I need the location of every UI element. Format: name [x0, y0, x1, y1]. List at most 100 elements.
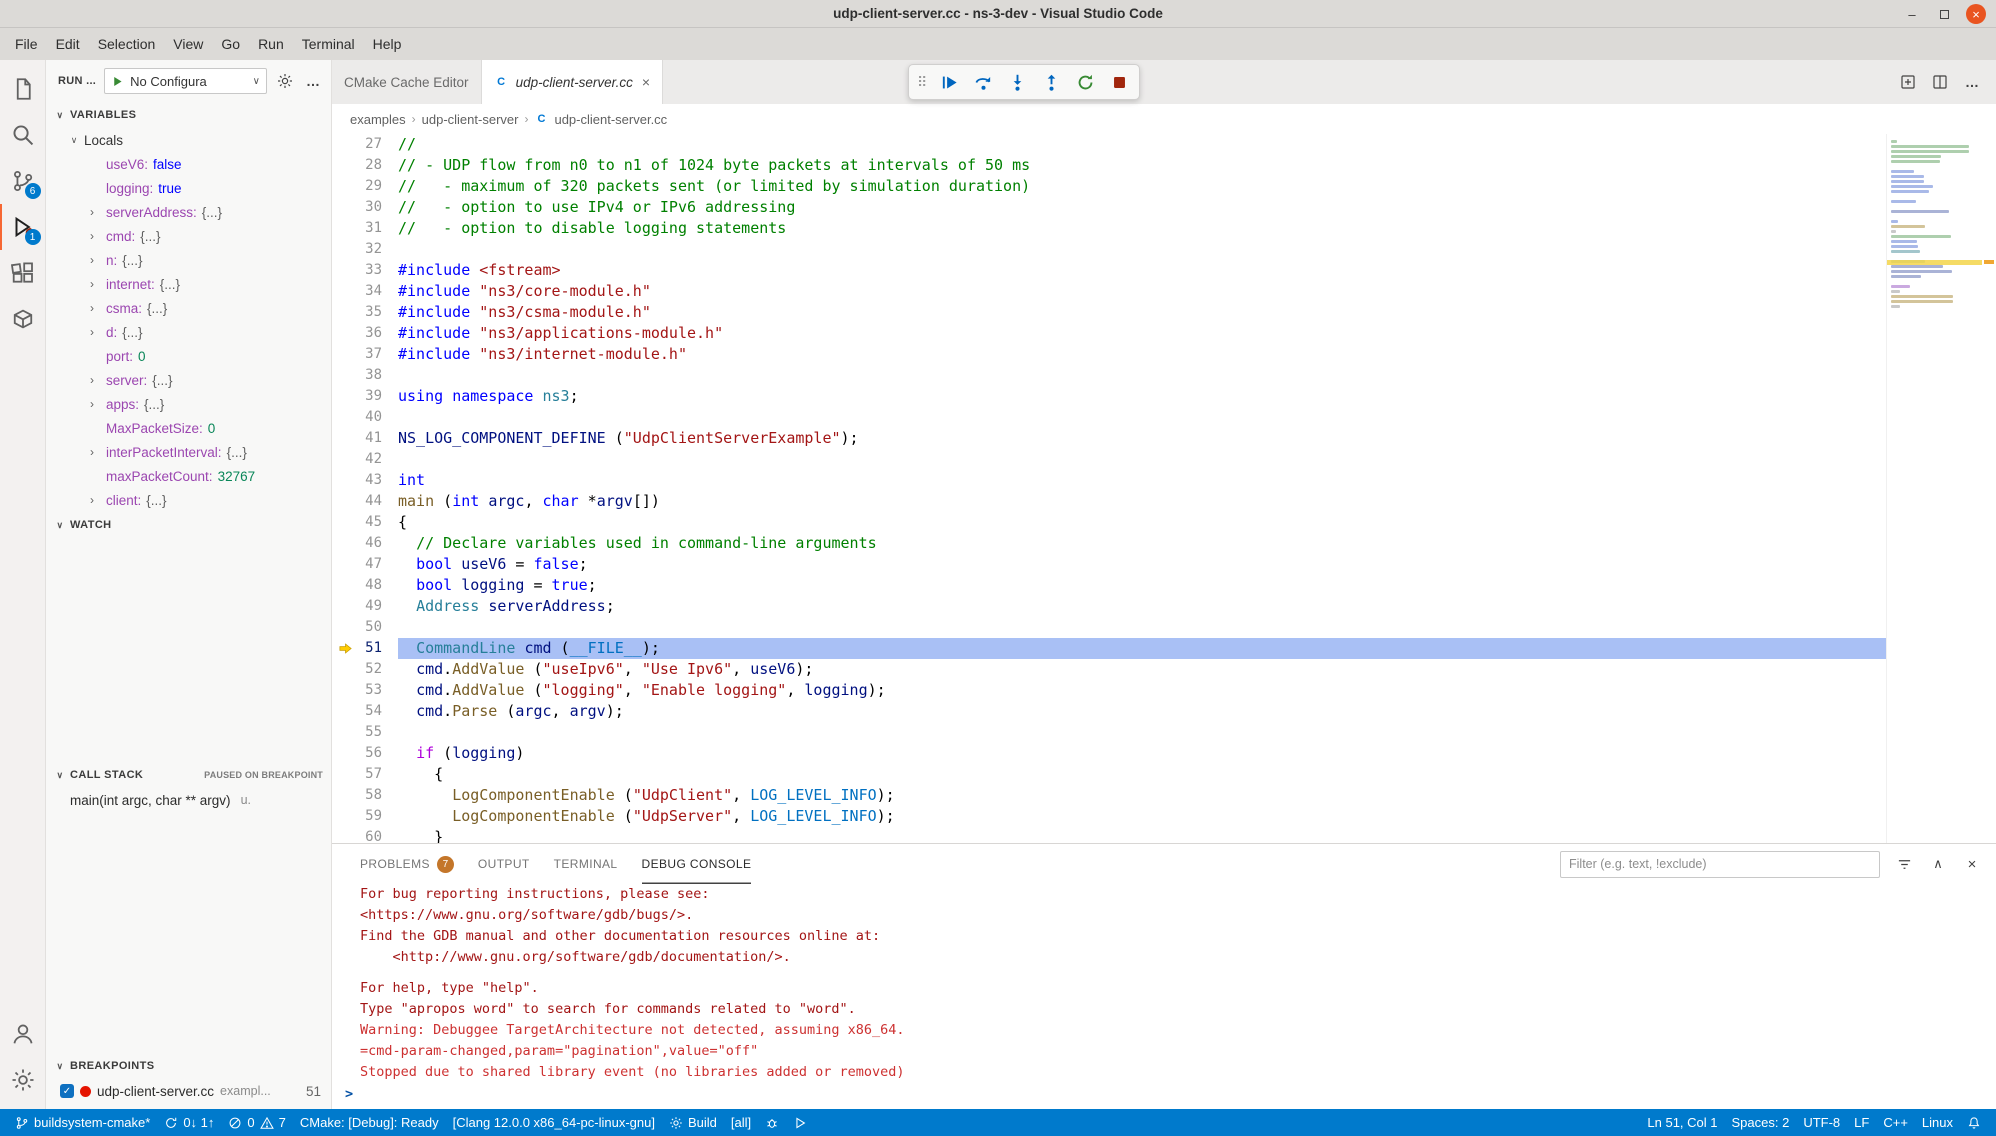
menu-selection[interactable]: Selection: [89, 32, 165, 56]
status-launch-target[interactable]: [786, 1109, 814, 1136]
line-number[interactable]: 46: [358, 533, 398, 554]
line-text[interactable]: // - UDP flow from n0 to n1 of 1024 byte…: [398, 155, 1996, 176]
activity-source-control[interactable]: 6: [0, 158, 46, 204]
code-line[interactable]: 31// - option to disable logging stateme…: [332, 218, 1996, 239]
line-number[interactable]: 32: [358, 239, 398, 260]
overview-ruler[interactable]: [1982, 134, 1996, 843]
line-number[interactable]: 48: [358, 575, 398, 596]
activity-settings[interactable]: [0, 1057, 46, 1103]
line-number[interactable]: 53: [358, 680, 398, 701]
line-text[interactable]: bool useV6 = false;: [398, 554, 1996, 575]
toolbar-grip-icon[interactable]: ⠿: [917, 74, 927, 91]
step-out-button[interactable]: [1039, 70, 1063, 94]
code-line[interactable]: 54 cmd.Parse (argc, argv);: [332, 701, 1996, 722]
gutter-glyph-margin[interactable]: [332, 533, 358, 554]
code-line[interactable]: 44main (int argc, char *argv[]): [332, 491, 1996, 512]
variables-section-header[interactable]: ∨ VARIABLES: [46, 102, 331, 128]
line-text[interactable]: #include "ns3/csma-module.h": [398, 302, 1996, 323]
gutter-glyph-margin[interactable]: [332, 155, 358, 176]
code-line[interactable]: 34#include "ns3/core-module.h": [332, 281, 1996, 302]
line-number[interactable]: 29: [358, 176, 398, 197]
gutter-glyph-margin[interactable]: [332, 386, 358, 407]
gutter-glyph-margin[interactable]: [332, 176, 358, 197]
line-number[interactable]: 47: [358, 554, 398, 575]
line-text[interactable]: [398, 407, 1996, 428]
minimize-button[interactable]: –: [1902, 4, 1922, 24]
status-notifications[interactable]: [1960, 1109, 1988, 1136]
line-text[interactable]: // - option to use IPv4 or IPv6 addressi…: [398, 197, 1996, 218]
code-line[interactable]: 52 cmd.AddValue ("useIpv6", "Use Ipv6", …: [332, 659, 1996, 680]
gutter-glyph-margin[interactable]: [332, 701, 358, 722]
line-number[interactable]: 52: [358, 659, 398, 680]
panel-tab-terminal[interactable]: TERMINAL: [554, 844, 618, 884]
code-line[interactable]: 43int: [332, 470, 1996, 491]
variable-row[interactable]: ›client:{...}: [46, 488, 331, 512]
line-number[interactable]: 35: [358, 302, 398, 323]
step-over-button[interactable]: [971, 70, 995, 94]
line-text[interactable]: #include "ns3/applications-module.h": [398, 323, 1996, 344]
code-line[interactable]: 28// - UDP flow from n0 to n1 of 1024 by…: [332, 155, 1996, 176]
more-actions-icon[interactable]: …: [303, 71, 323, 91]
gutter-glyph-margin[interactable]: [332, 680, 358, 701]
code-line[interactable]: 29// - maximum of 320 packets sent (or l…: [332, 176, 1996, 197]
variable-row[interactable]: ›interPacketInterval:{...}: [46, 440, 331, 464]
gutter-glyph-margin[interactable]: [332, 722, 358, 743]
gutter-glyph-margin[interactable]: [332, 428, 358, 449]
gutter-glyph-margin[interactable]: [332, 596, 358, 617]
gutter-glyph-margin[interactable]: [332, 575, 358, 596]
code-line[interactable]: 35#include "ns3/csma-module.h": [332, 302, 1996, 323]
line-text[interactable]: CommandLine cmd (__FILE__);: [398, 638, 1996, 659]
breakpoints-section-header[interactable]: ∨ BREAKPOINTS: [46, 1053, 331, 1079]
variable-row[interactable]: useV6:false: [46, 152, 331, 176]
line-text[interactable]: [398, 617, 1996, 638]
line-number[interactable]: 34: [358, 281, 398, 302]
restore-button[interactable]: [1934, 4, 1954, 24]
line-number[interactable]: 49: [358, 596, 398, 617]
status-git-sync[interactable]: 0↓ 1↑: [157, 1109, 221, 1136]
line-number[interactable]: 27: [358, 134, 398, 155]
line-number[interactable]: 54: [358, 701, 398, 722]
code-line[interactable]: 41NS_LOG_COMPONENT_DEFINE ("UdpClientSer…: [332, 428, 1996, 449]
gutter-glyph-margin[interactable]: [332, 218, 358, 239]
line-number[interactable]: 57: [358, 764, 398, 785]
status-cmake-kit[interactable]: [Clang 12.0.0 x86_64-pc-linux-gnu]: [446, 1109, 662, 1136]
line-text[interactable]: #include "ns3/internet-module.h": [398, 344, 1996, 365]
gutter-glyph-margin[interactable]: [332, 743, 358, 764]
menu-file[interactable]: File: [6, 32, 47, 56]
status-eol[interactable]: LF: [1847, 1109, 1876, 1136]
debug-config-dropdown[interactable]: No Configura ∨: [104, 68, 267, 94]
variable-row[interactable]: ›d:{...}: [46, 320, 331, 344]
gutter-glyph-margin[interactable]: [332, 302, 358, 323]
code-line[interactable]: 36#include "ns3/applications-module.h": [332, 323, 1996, 344]
console-filter-input[interactable]: [1560, 851, 1880, 878]
line-text[interactable]: // - maximum of 320 packets sent (or lim…: [398, 176, 1996, 197]
gutter-glyph-margin[interactable]: [332, 323, 358, 344]
line-text[interactable]: cmd.AddValue ("logging", "Enable logging…: [398, 680, 1996, 701]
line-number[interactable]: 40: [358, 407, 398, 428]
scope-locals[interactable]: ∨ Locals: [46, 128, 331, 152]
debug-current-line-arrow[interactable]: [332, 638, 358, 659]
gutter-glyph-margin[interactable]: [332, 827, 358, 843]
line-number[interactable]: 33: [358, 260, 398, 281]
activity-accounts[interactable]: [0, 1011, 46, 1057]
code-line[interactable]: 46 // Declare variables used in command-…: [332, 533, 1996, 554]
line-text[interactable]: int: [398, 470, 1996, 491]
menu-view[interactable]: View: [164, 32, 212, 56]
gutter-glyph-margin[interactable]: [332, 449, 358, 470]
close-panel-icon[interactable]: ×: [1962, 854, 1982, 874]
line-number[interactable]: 43: [358, 470, 398, 491]
line-number[interactable]: 51: [358, 638, 398, 659]
gutter-glyph-margin[interactable]: [332, 470, 358, 491]
code-line[interactable]: 47 bool useV6 = false;: [332, 554, 1996, 575]
variable-row[interactable]: MaxPacketSize:0: [46, 416, 331, 440]
gutter-glyph-margin[interactable]: [332, 764, 358, 785]
line-number[interactable]: 58: [358, 785, 398, 806]
code-line[interactable]: 32: [332, 239, 1996, 260]
variable-row[interactable]: ›apps:{...}: [46, 392, 331, 416]
line-number[interactable]: 44: [358, 491, 398, 512]
status-build-target[interactable]: [all]: [724, 1109, 758, 1136]
panel-tab-debug-console[interactable]: DEBUG CONSOLE: [642, 844, 752, 884]
line-text[interactable]: {: [398, 764, 1996, 785]
line-text[interactable]: // Declare variables used in command-lin…: [398, 533, 1996, 554]
status-cmake-build[interactable]: Build: [662, 1109, 724, 1136]
